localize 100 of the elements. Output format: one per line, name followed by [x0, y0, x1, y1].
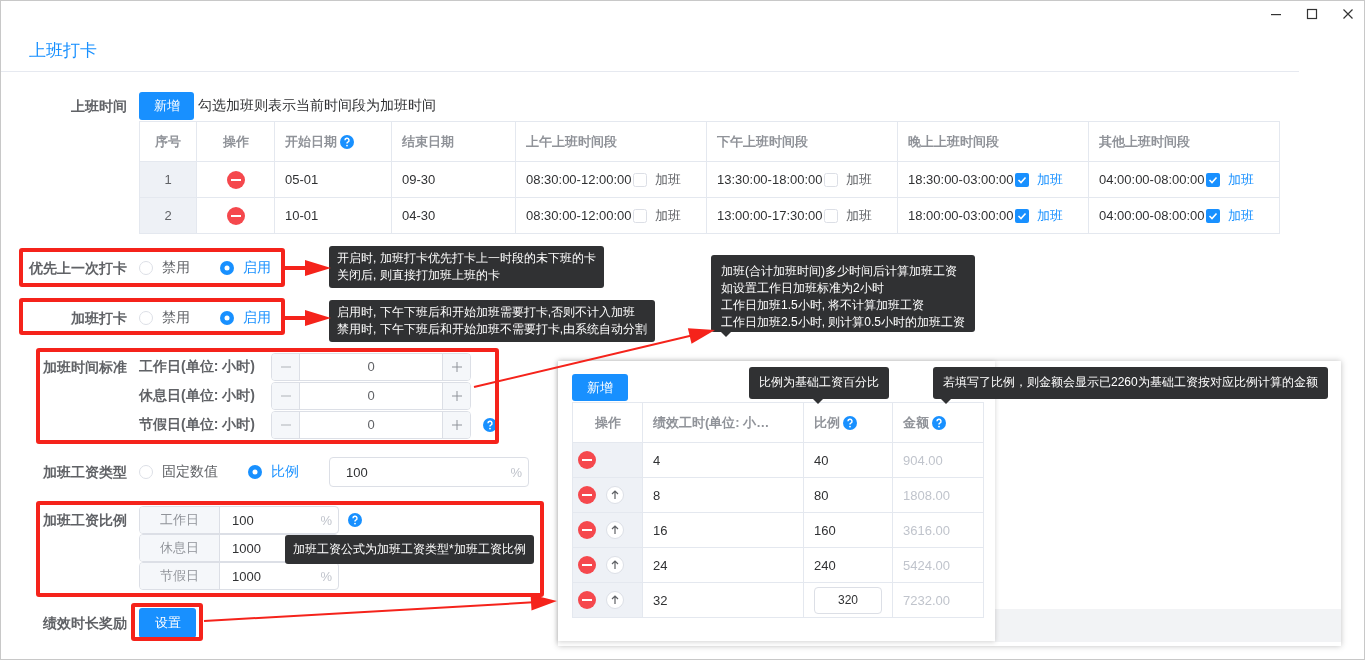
field-label: 加班打卡: [71, 310, 127, 326]
selected-radio-icon[interactable]: [220, 261, 234, 275]
tooltip: 加班(合计加班时间)多少时间后计算加班工资 如设置工作日加班标准为2小时 工作日加班1.5小时, 将不计算加班工资 工作日加班2.5小时, 则计算0.5小时的加班工资: [711, 255, 976, 332]
table-cell: 240: [803, 547, 893, 583]
hint-text: 勾选加班则表示当前时间段为加班时间: [198, 97, 436, 115]
table-cell: 24: [642, 547, 804, 583]
remove-icon[interactable]: [578, 451, 596, 469]
remove-icon[interactable]: [578, 591, 596, 609]
checkbox[interactable]: [823, 173, 838, 188]
ratio-input[interactable]: 320: [814, 586, 882, 614]
column-header: 其他上班时间段: [1099, 133, 1190, 149]
time-range: 13:00:00-17:30:00: [717, 207, 823, 223]
tooltip: 启用时, 下午下班后和开始加班需要打卡,否则不计入加班 禁用时, 下午下班后和开始加班不需要打卡,由系统自动分割: [329, 300, 655, 342]
field-label: 加班工资比例: [43, 512, 127, 528]
radio-icon[interactable]: [139, 311, 153, 325]
radio-option[interactable]: 比例: [248, 463, 299, 481]
table-cell: 80: [803, 477, 893, 513]
remove-icon[interactable]: [578, 521, 596, 539]
table-cell: 16: [642, 512, 804, 548]
checkbox[interactable]: [823, 209, 838, 224]
field-label: 节假日(单位: 小时): [139, 416, 256, 434]
table-cell: 09-30: [391, 161, 516, 198]
selected-radio-icon[interactable]: [220, 311, 234, 325]
remove-icon[interactable]: [578, 486, 596, 504]
table-cell: 4: [642, 442, 804, 478]
tooltip-pointer: [813, 399, 823, 404]
tooltip: 比例为基础工资百分比: [749, 367, 889, 399]
checkbox-label[interactable]: 加班: [654, 171, 681, 187]
checkbox[interactable]: [632, 173, 647, 188]
column-header: 上午上班时间段: [526, 133, 617, 149]
time-range: 18:00:00-03:00:00: [908, 207, 1014, 223]
radio-option[interactable]: 启用: [220, 309, 271, 327]
radio-option[interactable]: 固定数值: [139, 463, 218, 481]
radio-icon[interactable]: [139, 465, 153, 479]
tooltip: 加班工资公式为加班工资类型*加班工资比例: [285, 535, 534, 564]
table-cell: 40: [803, 442, 893, 478]
tooltip: 若填写了比例，则金额会显示已2260为基础工资按对应比例计算的金额: [933, 367, 1328, 399]
column-header: 下午上班时间段: [717, 133, 808, 149]
checkbox-label[interactable]: 加班: [1227, 171, 1254, 187]
selected-radio-icon[interactable]: [248, 465, 262, 479]
highlight-frame: [131, 603, 203, 641]
plus-icon: [451, 391, 462, 401]
remove-icon[interactable]: [226, 170, 245, 189]
input-prefix: 休息日: [140, 535, 220, 561]
checkbox-label[interactable]: 加班: [845, 171, 872, 187]
plus-icon: [451, 420, 462, 430]
tooltip-pointer: [941, 399, 951, 404]
time-range: 04:00:00-08:00:00: [1099, 207, 1205, 223]
checkbox-label[interactable]: 加班: [1036, 171, 1063, 187]
table-cell: 10-01: [274, 197, 392, 234]
column-header: 晚上上班时间段: [908, 133, 999, 149]
checked-checkbox[interactable]: [1205, 209, 1220, 224]
remove-icon[interactable]: [226, 206, 245, 225]
arrow: [285, 260, 331, 276]
page-title: 上班打卡: [29, 41, 97, 60]
input-value: 320: [838, 592, 858, 607]
time-range: 08:30:00-12:00:00: [526, 207, 632, 223]
unit-suffix: %: [510, 464, 522, 480]
field-label: 加班工资类型: [43, 464, 127, 480]
field-label: 绩效时长奖励: [43, 615, 127, 631]
radio-icon[interactable]: [139, 261, 153, 275]
radio-option[interactable]: 禁用: [139, 259, 190, 277]
checked-checkbox[interactable]: [1014, 209, 1029, 224]
column-header: 比例: [814, 414, 840, 430]
checkbox[interactable]: [632, 209, 647, 224]
checked-checkbox[interactable]: [1014, 173, 1029, 188]
table-cell: 1808.00: [892, 477, 984, 513]
column-header: 序号: [155, 133, 181, 149]
table-cell: 8: [642, 477, 804, 513]
field-label: 上班时间: [71, 98, 127, 114]
time-range: 04:00:00-08:00:00: [1099, 171, 1205, 187]
plus-icon: [451, 362, 462, 372]
checkbox-label[interactable]: 加班: [845, 207, 872, 223]
radio-option[interactable]: 禁用: [139, 309, 190, 327]
field-label: 工作日(单位: 小时): [139, 358, 256, 376]
row-number: 1: [139, 161, 197, 198]
time-range: 18:30:00-03:00:00: [908, 171, 1014, 187]
column-header: 开始日期: [285, 133, 337, 149]
table-cell: 3616.00: [892, 512, 984, 548]
maximize-icon[interactable]: [1306, 7, 1318, 20]
field-label: 优先上一次打卡: [29, 260, 127, 276]
radio-option[interactable]: 启用: [220, 259, 271, 277]
arrow: [285, 310, 331, 326]
close-icon[interactable]: [1342, 7, 1354, 20]
tooltip: 开启时, 加班打卡优先打卡上一时段的未下班的卡 关闭后, 则直接打加班上班的卡: [329, 246, 604, 288]
number-value: 0: [366, 358, 376, 376]
table-cell: 32: [642, 582, 804, 618]
percent-input[interactable]: 100 %: [329, 457, 529, 487]
checkbox-label[interactable]: 加班: [1227, 207, 1254, 223]
remove-icon[interactable]: [578, 556, 596, 574]
input-value: 100: [346, 464, 368, 480]
checked-checkbox[interactable]: [1205, 173, 1220, 188]
table-cell: 160: [803, 512, 893, 548]
checkbox-label[interactable]: 加班: [654, 207, 681, 223]
checkbox-label[interactable]: 加班: [1036, 207, 1063, 223]
row-number: 2: [139, 197, 197, 234]
time-range: 08:30:00-12:00:00: [526, 171, 632, 187]
time-range: 13:30:00-18:00:00: [717, 171, 823, 187]
field-label: 休息日(单位: 小时): [139, 387, 256, 405]
number-value: 0: [366, 416, 376, 434]
